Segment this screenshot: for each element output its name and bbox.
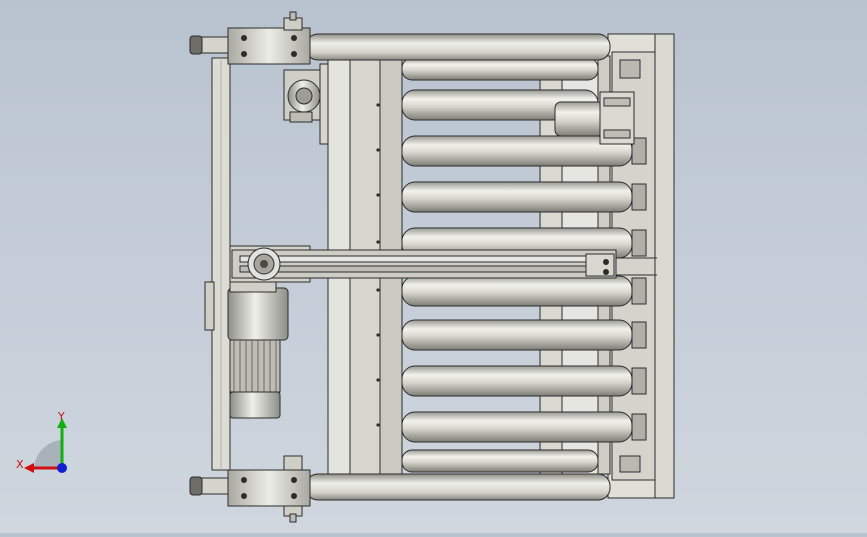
left-frame — [204, 57, 231, 471]
model-viewport[interactable]: X Y — [0, 0, 867, 533]
axis-triad: X Y — [12, 410, 82, 480]
bottom-left-mount — [189, 455, 311, 523]
top-gearbox — [283, 63, 329, 145]
conveyor-model-drawing — [189, 11, 675, 523]
belt-drive — [229, 245, 617, 283]
drive-motor — [227, 281, 289, 419]
bottom-beam — [305, 473, 611, 501]
top-left-mount — [189, 11, 311, 65]
y-axis-label: Y — [58, 410, 65, 423]
x-axis-label: X — [16, 458, 24, 471]
